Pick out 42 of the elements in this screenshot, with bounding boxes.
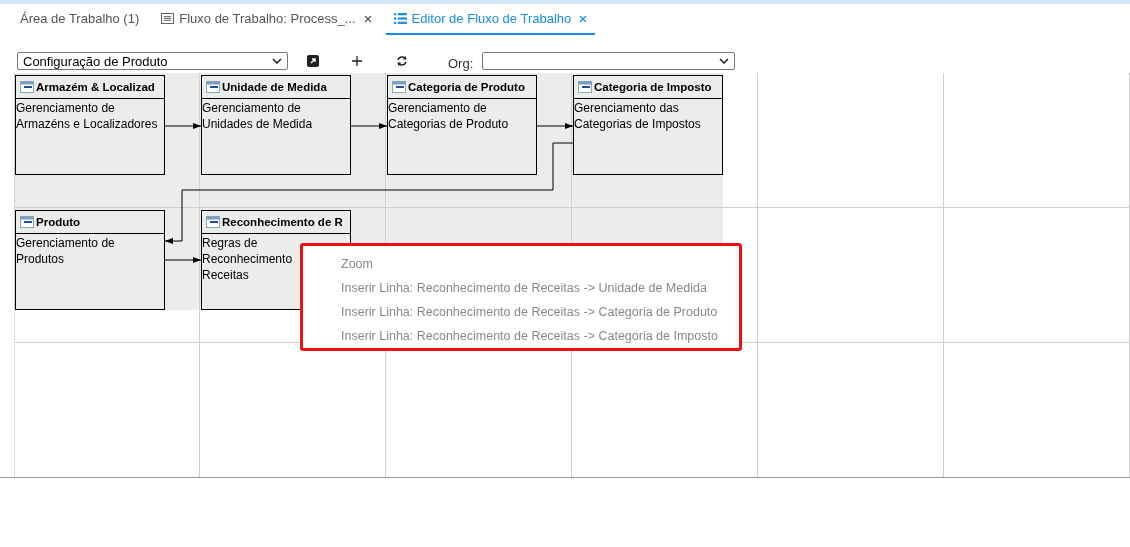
window-icon [578,81,592,93]
node-description: Gerenciamento de Armazéns e Localizadores [16,100,158,132]
node-title: Categoria de Produto [408,81,525,93]
workflow-node[interactable]: Categoria de Produto Gerenciamento de Categorias de Produto [387,75,537,175]
open-window-icon[interactable] [307,55,319,67]
workflow-node[interactable]: Unidade de Medida Gerenciamento de Unidades de Medida [201,75,351,175]
node-title: Unidade de Medida [222,81,327,93]
window-icon [392,81,406,93]
node-title: Armazém & Localizad [36,81,155,93]
chevron-icon [272,58,282,64]
node-description: Gerenciamento de Produtos [16,235,115,267]
org-label: Org: [448,55,474,71]
connector-arrow [164,123,202,129]
tab[interactable]: Editor de Fluxo de Trabalho [385,4,596,35]
node-description: Gerenciamento de Categorias de Produto [388,100,509,132]
node-title: Categoria de Imposto [594,81,712,93]
workflow-select[interactable]: Configuração de Produto [17,52,288,70]
org-select[interactable] [482,52,736,70]
close-icon[interactable] [363,14,372,23]
window-icon [20,81,34,93]
close-icon[interactable] [579,14,588,23]
node-description: Gerenciamento de Unidades de Medida [202,100,313,132]
connector-arrow [536,123,574,129]
add-icon[interactable] [352,56,362,66]
form-icon [161,13,175,24]
refresh-icon[interactable] [396,55,408,67]
connector-arrow [164,257,202,263]
connector-arrow [350,123,388,129]
workflow-node[interactable]: Armazém & Localizad Gerenciamento de Armazéns e Localizadores [15,75,165,175]
node-title: Reconhecimento de R [222,216,343,228]
node-description: Regras de Reconhecimento Receitas [202,235,293,283]
list-icon [393,13,407,24]
workflow-node[interactable]: Produto Gerenciamento de Produtos [15,210,165,310]
tab[interactable]: Fluxo de Trabalho: Process_... [153,4,380,35]
window-icon [206,81,220,93]
tab[interactable]: Área de Trabalho (1) [12,4,148,35]
window-icon [20,216,34,228]
node-description: Gerenciamento das Categorias de Impostos [574,100,701,132]
window-icon [206,216,220,228]
workflow-node[interactable]: Categoria de Imposto Gerenciamento das Categorias de Impostos [573,75,723,175]
chevron-icon [719,58,730,64]
node-title: Produto [36,216,81,228]
